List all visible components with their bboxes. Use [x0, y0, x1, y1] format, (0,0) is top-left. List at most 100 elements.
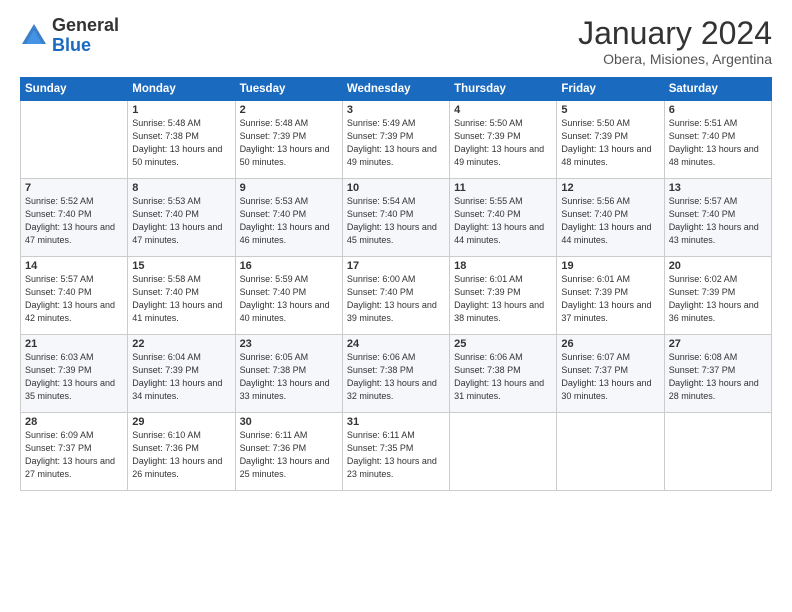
- week-row-4: 21Sunrise: 6:03 AMSunset: 7:39 PMDayligh…: [21, 335, 772, 413]
- day-number: 17: [347, 260, 445, 272]
- day-number: 4: [454, 104, 552, 116]
- day-number: 12: [561, 182, 659, 194]
- day-info: Sunrise: 6:01 AMSunset: 7:39 PMDaylight:…: [454, 273, 552, 325]
- weekday-header-row: SundayMondayTuesdayWednesdayThursdayFrid…: [21, 78, 772, 101]
- calendar-cell-w2-d5: 11Sunrise: 5:55 AMSunset: 7:40 PMDayligh…: [450, 179, 557, 257]
- calendar-cell-w4-d6: 26Sunrise: 6:07 AMSunset: 7:37 PMDayligh…: [557, 335, 664, 413]
- logo-blue-text: Blue: [52, 35, 91, 55]
- day-number: 25: [454, 338, 552, 350]
- day-number: 3: [347, 104, 445, 116]
- day-info: Sunrise: 5:57 AMSunset: 7:40 PMDaylight:…: [669, 195, 767, 247]
- calendar-cell-w1-d3: 2Sunrise: 5:48 AMSunset: 7:39 PMDaylight…: [235, 101, 342, 179]
- calendar-cell-w4-d3: 23Sunrise: 6:05 AMSunset: 7:38 PMDayligh…: [235, 335, 342, 413]
- weekday-header-wednesday: Wednesday: [342, 78, 449, 101]
- day-info: Sunrise: 6:00 AMSunset: 7:40 PMDaylight:…: [347, 273, 445, 325]
- calendar-cell-w3-d3: 16Sunrise: 5:59 AMSunset: 7:40 PMDayligh…: [235, 257, 342, 335]
- calendar-cell-w2-d4: 10Sunrise: 5:54 AMSunset: 7:40 PMDayligh…: [342, 179, 449, 257]
- day-number: 22: [132, 338, 230, 350]
- day-number: 18: [454, 260, 552, 272]
- logo-text: General Blue: [52, 16, 119, 56]
- calendar-cell-w2-d6: 12Sunrise: 5:56 AMSunset: 7:40 PMDayligh…: [557, 179, 664, 257]
- calendar-cell-w2-d3: 9Sunrise: 5:53 AMSunset: 7:40 PMDaylight…: [235, 179, 342, 257]
- weekday-header-thursday: Thursday: [450, 78, 557, 101]
- day-info: Sunrise: 6:01 AMSunset: 7:39 PMDaylight:…: [561, 273, 659, 325]
- calendar-cell-w2-d2: 8Sunrise: 5:53 AMSunset: 7:40 PMDaylight…: [128, 179, 235, 257]
- day-info: Sunrise: 5:56 AMSunset: 7:40 PMDaylight:…: [561, 195, 659, 247]
- calendar-cell-w3-d6: 19Sunrise: 6:01 AMSunset: 7:39 PMDayligh…: [557, 257, 664, 335]
- calendar-body: 1Sunrise: 5:48 AMSunset: 7:38 PMDaylight…: [21, 101, 772, 491]
- day-number: 13: [669, 182, 767, 194]
- calendar-header: SundayMondayTuesdayWednesdayThursdayFrid…: [21, 78, 772, 101]
- calendar-cell-w5-d6: [557, 413, 664, 491]
- logo-icon: [20, 22, 48, 50]
- day-number: 2: [240, 104, 338, 116]
- day-info: Sunrise: 6:11 AMSunset: 7:35 PMDaylight:…: [347, 429, 445, 481]
- calendar-cell-w4-d5: 25Sunrise: 6:06 AMSunset: 7:38 PMDayligh…: [450, 335, 557, 413]
- weekday-header-friday: Friday: [557, 78, 664, 101]
- day-info: Sunrise: 6:08 AMSunset: 7:37 PMDaylight:…: [669, 351, 767, 403]
- day-info: Sunrise: 6:10 AMSunset: 7:36 PMDaylight:…: [132, 429, 230, 481]
- day-info: Sunrise: 6:06 AMSunset: 7:38 PMDaylight:…: [347, 351, 445, 403]
- calendar-cell-w1-d2: 1Sunrise: 5:48 AMSunset: 7:38 PMDaylight…: [128, 101, 235, 179]
- day-number: 26: [561, 338, 659, 350]
- day-info: Sunrise: 6:09 AMSunset: 7:37 PMDaylight:…: [25, 429, 123, 481]
- day-number: 11: [454, 182, 552, 194]
- calendar-cell-w3-d5: 18Sunrise: 6:01 AMSunset: 7:39 PMDayligh…: [450, 257, 557, 335]
- weekday-header-monday: Monday: [128, 78, 235, 101]
- week-row-2: 7Sunrise: 5:52 AMSunset: 7:40 PMDaylight…: [21, 179, 772, 257]
- day-number: 31: [347, 416, 445, 428]
- calendar-cell-w1-d4: 3Sunrise: 5:49 AMSunset: 7:39 PMDaylight…: [342, 101, 449, 179]
- calendar-cell-w1-d1: [21, 101, 128, 179]
- day-info: Sunrise: 5:53 AMSunset: 7:40 PMDaylight:…: [240, 195, 338, 247]
- calendar-cell-w5-d3: 30Sunrise: 6:11 AMSunset: 7:36 PMDayligh…: [235, 413, 342, 491]
- day-number: 6: [669, 104, 767, 116]
- month-title: January 2024: [578, 16, 772, 51]
- day-number: 20: [669, 260, 767, 272]
- day-number: 7: [25, 182, 123, 194]
- day-info: Sunrise: 6:07 AMSunset: 7:37 PMDaylight:…: [561, 351, 659, 403]
- calendar-cell-w5-d2: 29Sunrise: 6:10 AMSunset: 7:36 PMDayligh…: [128, 413, 235, 491]
- day-number: 29: [132, 416, 230, 428]
- calendar-cell-w4-d4: 24Sunrise: 6:06 AMSunset: 7:38 PMDayligh…: [342, 335, 449, 413]
- day-info: Sunrise: 5:59 AMSunset: 7:40 PMDaylight:…: [240, 273, 338, 325]
- calendar-page: General Blue January 2024 Obera, Misione…: [0, 0, 792, 612]
- calendar-cell-w2-d7: 13Sunrise: 5:57 AMSunset: 7:40 PMDayligh…: [664, 179, 771, 257]
- calendar-cell-w4-d7: 27Sunrise: 6:08 AMSunset: 7:37 PMDayligh…: [664, 335, 771, 413]
- logo-general-text: General: [52, 15, 119, 35]
- week-row-3: 14Sunrise: 5:57 AMSunset: 7:40 PMDayligh…: [21, 257, 772, 335]
- calendar-cell-w5-d4: 31Sunrise: 6:11 AMSunset: 7:35 PMDayligh…: [342, 413, 449, 491]
- day-info: Sunrise: 6:11 AMSunset: 7:36 PMDaylight:…: [240, 429, 338, 481]
- day-info: Sunrise: 5:54 AMSunset: 7:40 PMDaylight:…: [347, 195, 445, 247]
- day-number: 14: [25, 260, 123, 272]
- logo: General Blue: [20, 16, 119, 56]
- day-info: Sunrise: 6:06 AMSunset: 7:38 PMDaylight:…: [454, 351, 552, 403]
- day-info: Sunrise: 5:51 AMSunset: 7:40 PMDaylight:…: [669, 117, 767, 169]
- calendar-cell-w5-d5: [450, 413, 557, 491]
- location-title: Obera, Misiones, Argentina: [578, 51, 772, 67]
- day-number: 24: [347, 338, 445, 350]
- calendar-table: SundayMondayTuesdayWednesdayThursdayFrid…: [20, 77, 772, 491]
- day-number: 16: [240, 260, 338, 272]
- day-info: Sunrise: 5:55 AMSunset: 7:40 PMDaylight:…: [454, 195, 552, 247]
- calendar-cell-w3-d1: 14Sunrise: 5:57 AMSunset: 7:40 PMDayligh…: [21, 257, 128, 335]
- title-block: January 2024 Obera, Misiones, Argentina: [578, 16, 772, 67]
- day-info: Sunrise: 5:58 AMSunset: 7:40 PMDaylight:…: [132, 273, 230, 325]
- calendar-cell-w1-d6: 5Sunrise: 5:50 AMSunset: 7:39 PMDaylight…: [557, 101, 664, 179]
- day-number: 9: [240, 182, 338, 194]
- calendar-cell-w2-d1: 7Sunrise: 5:52 AMSunset: 7:40 PMDaylight…: [21, 179, 128, 257]
- day-info: Sunrise: 5:49 AMSunset: 7:39 PMDaylight:…: [347, 117, 445, 169]
- day-info: Sunrise: 5:50 AMSunset: 7:39 PMDaylight:…: [454, 117, 552, 169]
- day-number: 10: [347, 182, 445, 194]
- calendar-cell-w4-d1: 21Sunrise: 6:03 AMSunset: 7:39 PMDayligh…: [21, 335, 128, 413]
- day-info: Sunrise: 6:02 AMSunset: 7:39 PMDaylight:…: [669, 273, 767, 325]
- day-info: Sunrise: 5:48 AMSunset: 7:39 PMDaylight:…: [240, 117, 338, 169]
- day-info: Sunrise: 6:03 AMSunset: 7:39 PMDaylight:…: [25, 351, 123, 403]
- day-number: 1: [132, 104, 230, 116]
- week-row-5: 28Sunrise: 6:09 AMSunset: 7:37 PMDayligh…: [21, 413, 772, 491]
- calendar-cell-w1-d5: 4Sunrise: 5:50 AMSunset: 7:39 PMDaylight…: [450, 101, 557, 179]
- day-number: 30: [240, 416, 338, 428]
- calendar-cell-w4-d2: 22Sunrise: 6:04 AMSunset: 7:39 PMDayligh…: [128, 335, 235, 413]
- day-number: 21: [25, 338, 123, 350]
- weekday-header-sunday: Sunday: [21, 78, 128, 101]
- day-number: 19: [561, 260, 659, 272]
